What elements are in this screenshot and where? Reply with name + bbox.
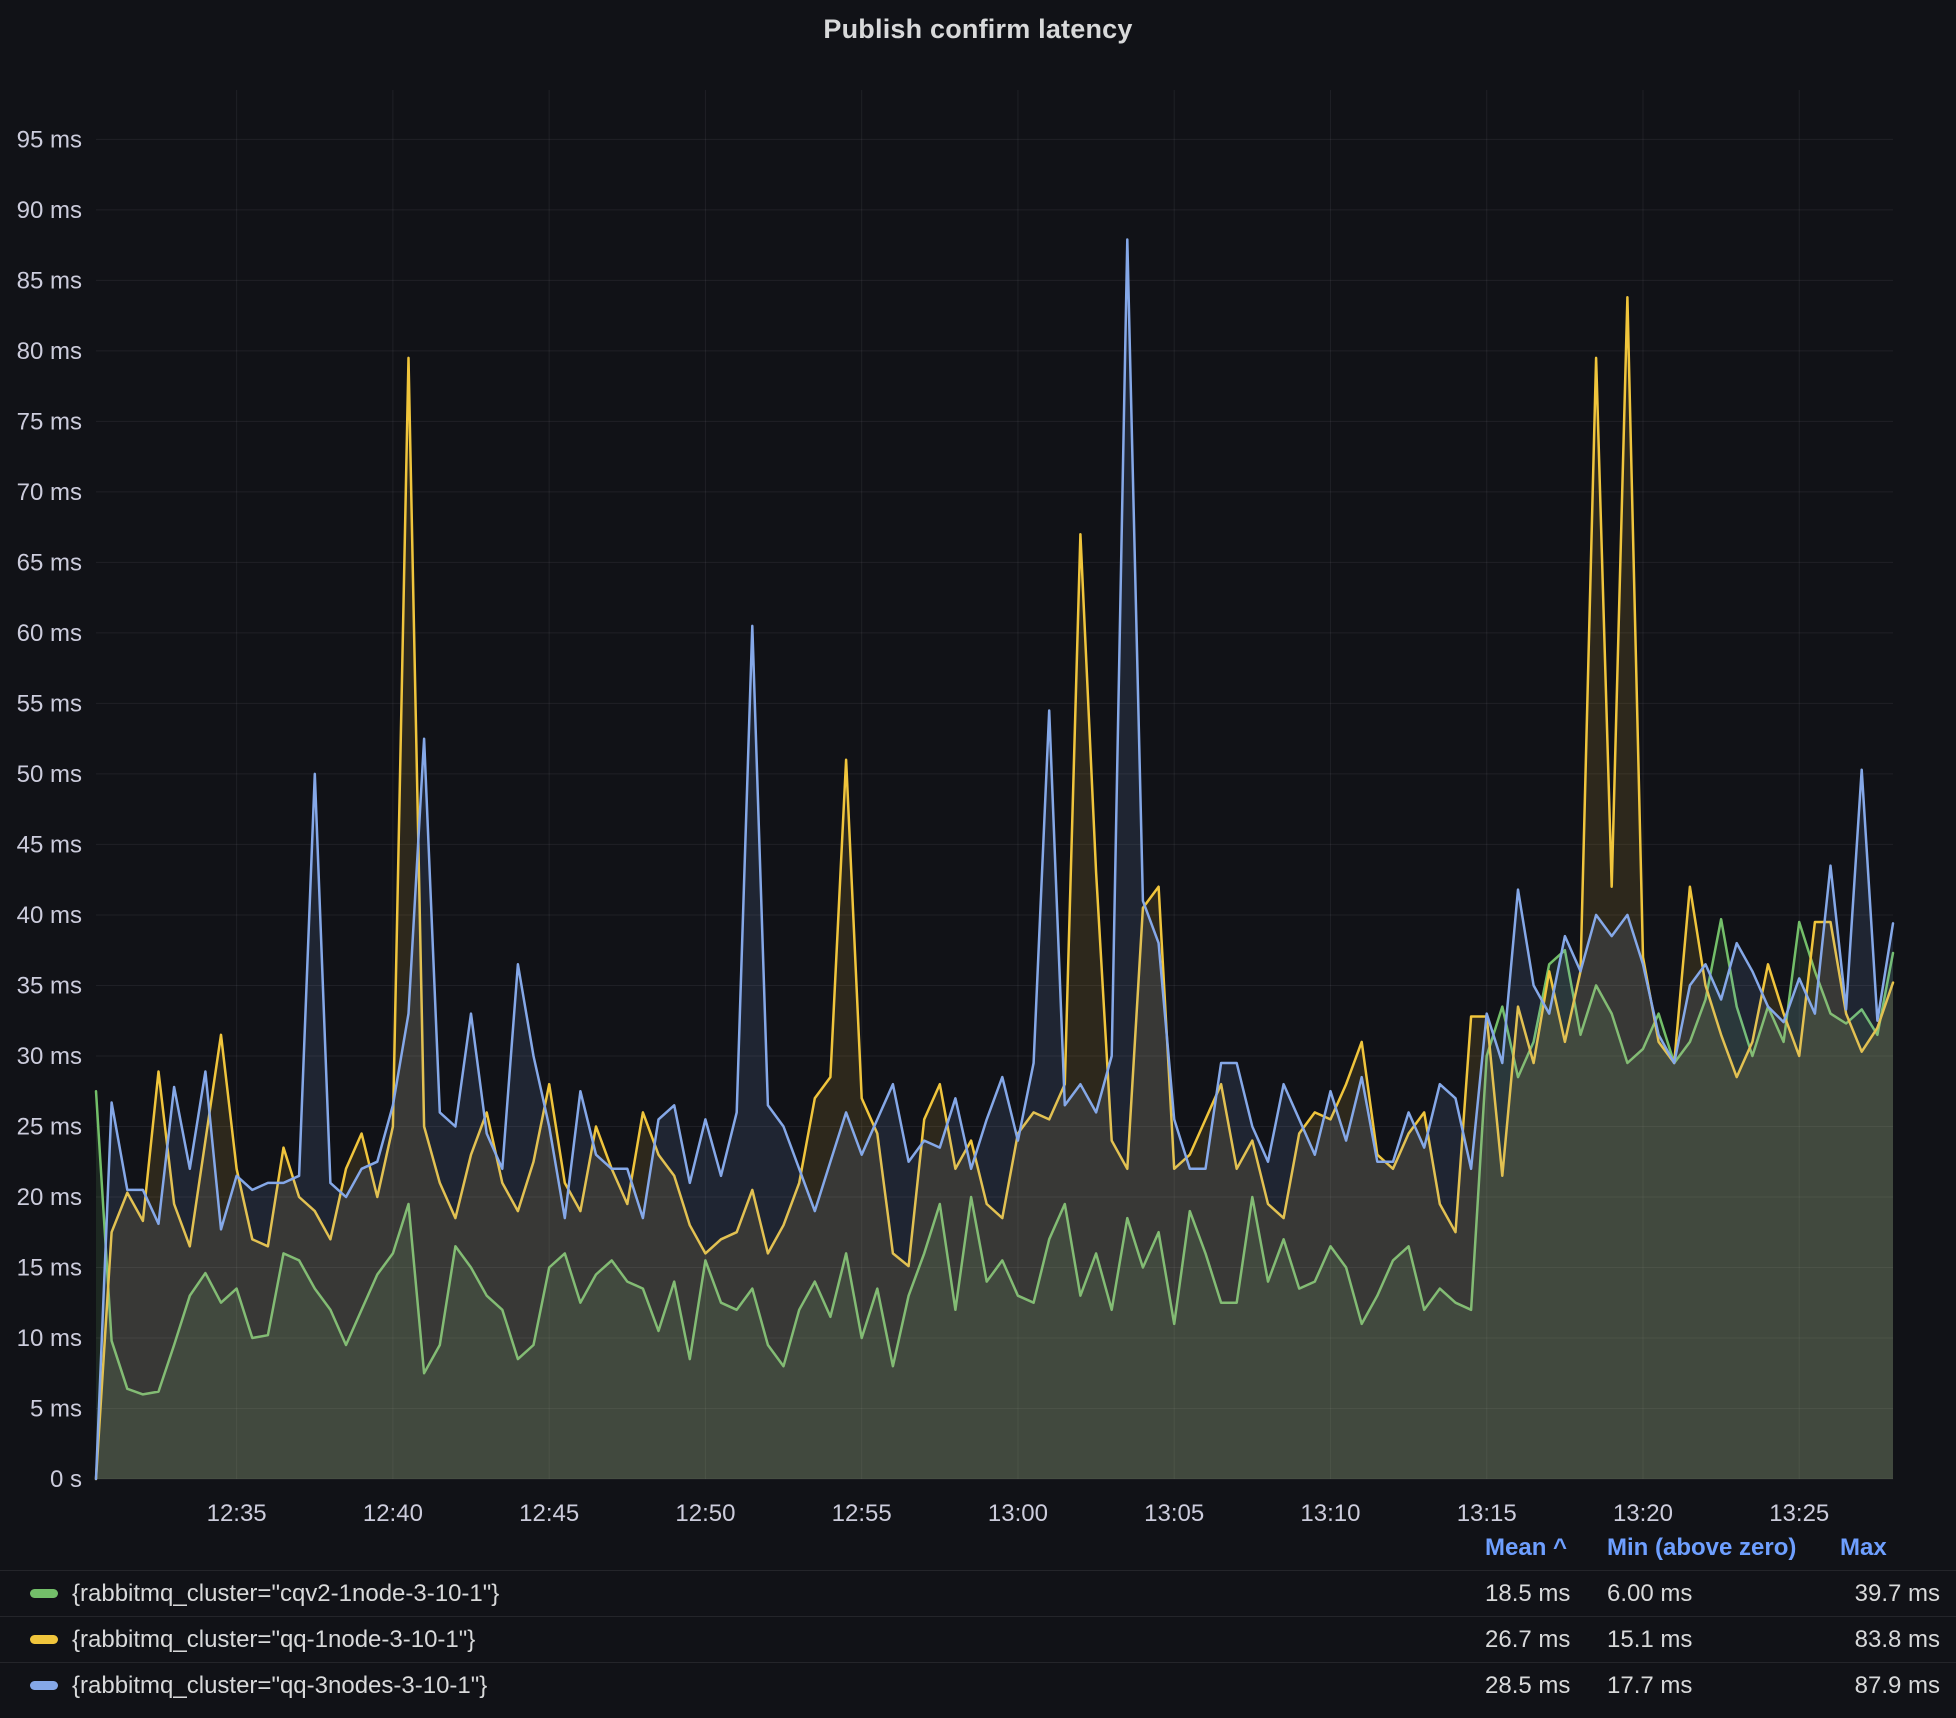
y-tick-label: 75 ms bbox=[17, 408, 82, 435]
y-tick-label: 25 ms bbox=[17, 1113, 82, 1140]
series-color-swatch-yellow bbox=[30, 1635, 58, 1644]
stat-mean-value: 18.5 ms bbox=[1485, 1580, 1607, 1608]
legend-row-qq-1node[interactable]: {rabbitmq_cluster="qq-1node-3-10-1"} 26.… bbox=[0, 1616, 1956, 1662]
stat-mean-value: 26.7 ms bbox=[1485, 1626, 1607, 1654]
y-tick-label: 60 ms bbox=[17, 620, 82, 647]
stat-max-value: 87.9 ms bbox=[1840, 1672, 1940, 1700]
stat-min-value: 6.00 ms bbox=[1607, 1580, 1840, 1608]
x-tick-label: 13:25 bbox=[1769, 1500, 1829, 1527]
x-tick-label: 13:15 bbox=[1457, 1500, 1517, 1527]
series-label[interactable]: {rabbitmq_cluster="qq-1node-3-10-1"} bbox=[72, 1626, 475, 1654]
legend-row-qq-3nodes[interactable]: {rabbitmq_cluster="qq-3nodes-3-10-1"} 28… bbox=[0, 1662, 1956, 1708]
y-tick-label: 85 ms bbox=[17, 267, 82, 294]
stat-min-value: 15.1 ms bbox=[1607, 1626, 1840, 1654]
y-tick-label: 70 ms bbox=[17, 479, 82, 506]
series-label[interactable]: {rabbitmq_cluster="qq-3nodes-3-10-1"} bbox=[72, 1672, 487, 1700]
y-tick-label: 50 ms bbox=[17, 761, 82, 788]
legend-sort-mean-header[interactable]: Mean ^ bbox=[1485, 1534, 1607, 1562]
stat-max-value: 39.7 ms bbox=[1840, 1580, 1940, 1608]
y-tick-label: 5 ms bbox=[30, 1395, 82, 1422]
x-tick-label: 13:05 bbox=[1144, 1500, 1204, 1527]
stat-max-value: 83.8 ms bbox=[1840, 1626, 1940, 1654]
stat-mean-value: 28.5 ms bbox=[1485, 1672, 1607, 1700]
y-tick-label: 55 ms bbox=[17, 690, 82, 717]
latency-time-series-chart[interactable]: 0 s 5 ms 10 ms 15 ms 20 ms 25 ms 30 ms 35 ms 40 … bbox=[0, 0, 1956, 1535]
series-label[interactable]: {rabbitmq_cluster="cqv2-1node-3-10-1"} bbox=[72, 1580, 499, 1608]
y-tick-label: 40 ms bbox=[17, 902, 82, 929]
series-color-swatch-blue bbox=[30, 1681, 58, 1690]
y-tick-label: 20 ms bbox=[17, 1184, 82, 1211]
x-tick-label: 12:40 bbox=[363, 1500, 423, 1527]
y-tick-label: 80 ms bbox=[17, 338, 82, 365]
x-tick-label: 13:20 bbox=[1613, 1500, 1673, 1527]
y-tick-label: 15 ms bbox=[17, 1254, 82, 1281]
y-tick-label: 35 ms bbox=[17, 972, 82, 999]
x-tick-label: 13:10 bbox=[1300, 1500, 1360, 1527]
x-tick-label: 12:35 bbox=[207, 1500, 267, 1527]
legend-sort-min-header[interactable]: Min (above zero) bbox=[1607, 1534, 1840, 1562]
legend-header-row: Mean ^ Min (above zero) Max bbox=[0, 1526, 1956, 1570]
y-tick-label: 90 ms bbox=[17, 197, 82, 224]
x-tick-label: 12:50 bbox=[675, 1500, 735, 1527]
y-tick-label: 45 ms bbox=[17, 831, 82, 858]
legend-table: Mean ^ Min (above zero) Max {rabbitmq_cl… bbox=[0, 1526, 1956, 1708]
y-tick-label: 65 ms bbox=[17, 549, 82, 576]
stat-min-value: 17.7 ms bbox=[1607, 1672, 1840, 1700]
legend-sort-max-header[interactable]: Max bbox=[1840, 1534, 1940, 1562]
series-color-swatch-green bbox=[30, 1589, 58, 1598]
y-tick-label: 0 s bbox=[50, 1466, 82, 1493]
legend-row-cqv2-1node[interactable]: {rabbitmq_cluster="cqv2-1node-3-10-1"} 1… bbox=[0, 1570, 1956, 1616]
y-tick-label: 95 ms bbox=[17, 126, 82, 153]
y-tick-label: 10 ms bbox=[17, 1325, 82, 1352]
x-tick-label: 12:45 bbox=[519, 1500, 579, 1527]
y-tick-label: 30 ms bbox=[17, 1043, 82, 1070]
x-tick-label: 13:00 bbox=[988, 1500, 1048, 1527]
x-tick-label: 12:55 bbox=[832, 1500, 892, 1527]
